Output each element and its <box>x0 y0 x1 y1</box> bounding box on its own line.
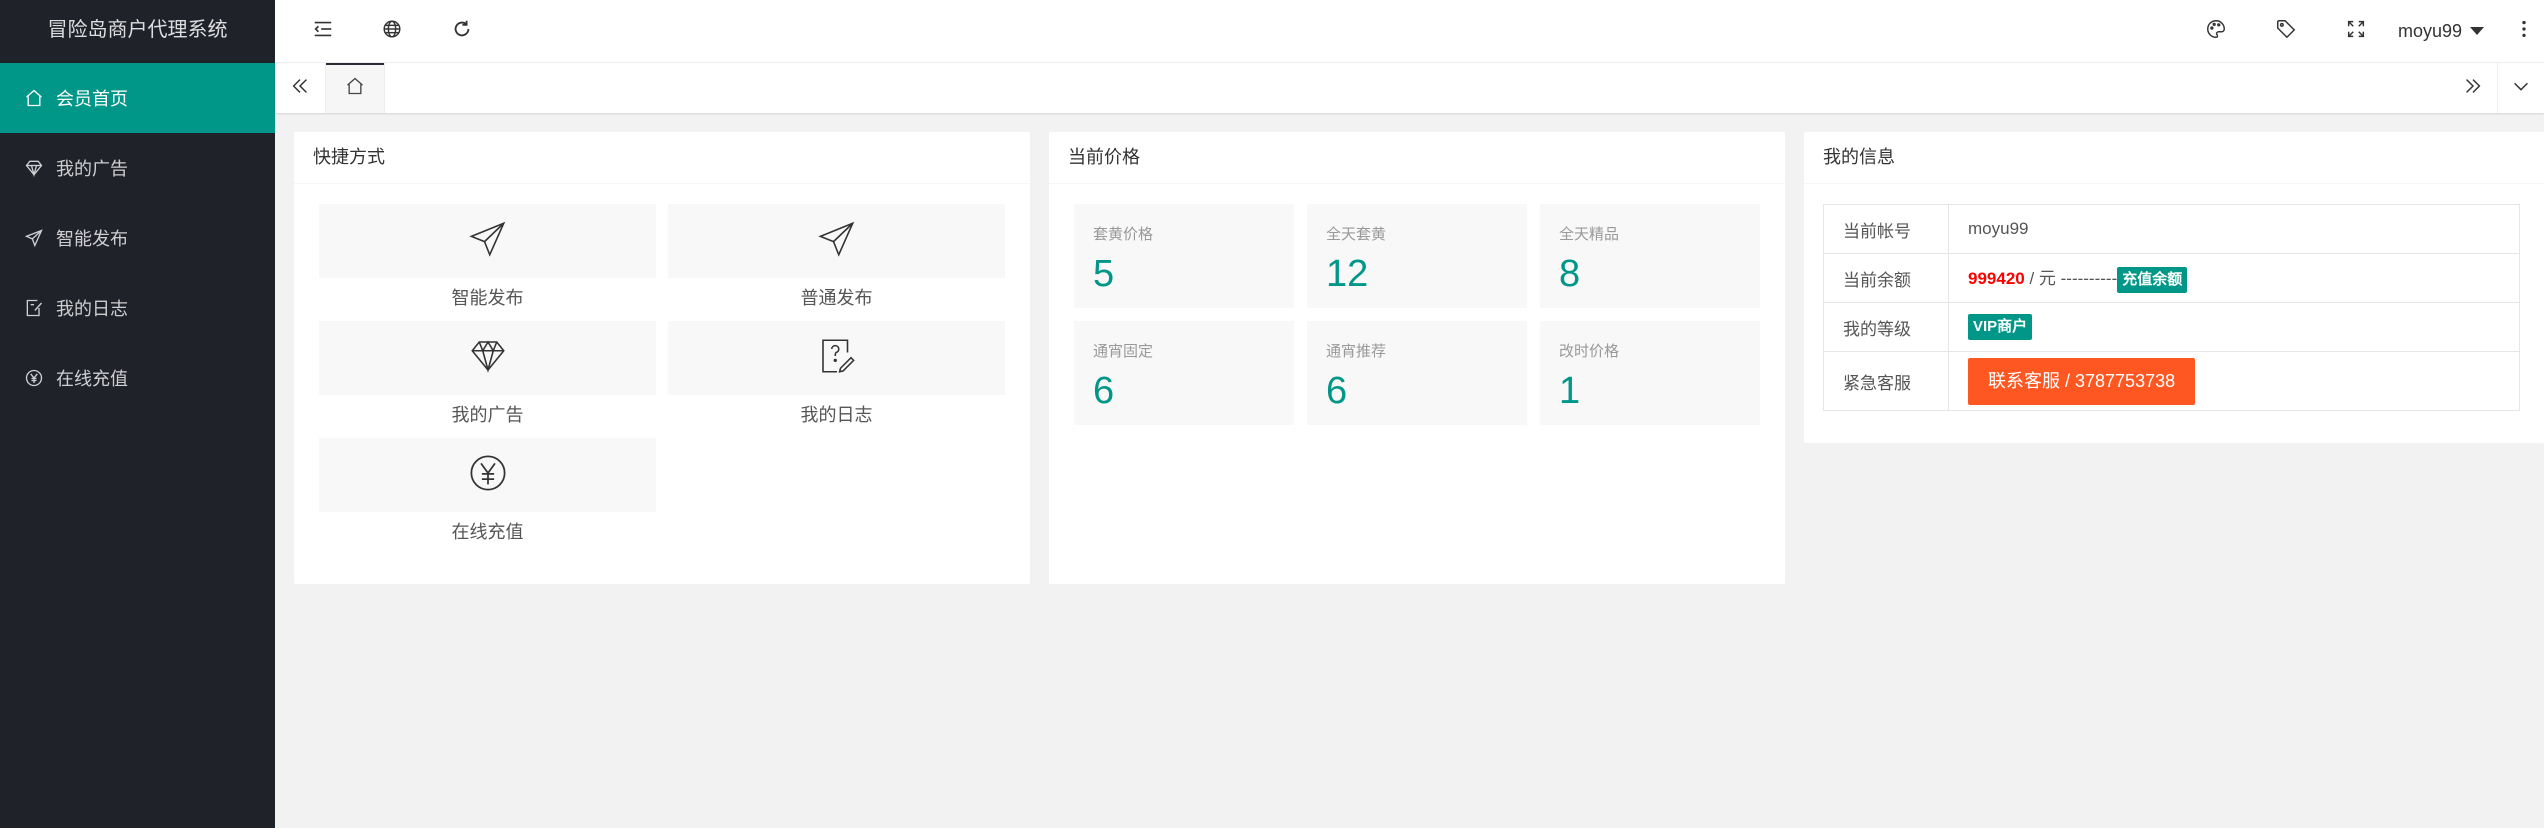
username: moyu99 <box>2397 20 2462 41</box>
globe-icon <box>381 18 403 45</box>
sidebar: 冒险岛商户代理系统 会员首页 我的广告 智能发布 我的日志 在线充值 <box>0 0 275 828</box>
balance-unit: / 元 ---------- <box>2024 268 2118 288</box>
refresh-button[interactable] <box>432 0 492 62</box>
sidebar-item-label: 会员首页 <box>56 89 128 109</box>
support-cell: 联系客服 / 3787753738 <box>1948 351 2520 411</box>
prices-title: 当前价格 <box>1049 132 1785 184</box>
menu-shrink-button[interactable] <box>293 0 353 62</box>
price-item: 全天套黄 12 <box>1307 204 1527 308</box>
support-label: 紧急客服 <box>1823 351 1949 411</box>
price-item: 全天精品 8 <box>1540 204 1760 308</box>
more-button[interactable] <box>2504 0 2544 62</box>
sidebar-item-label: 我的日志 <box>56 299 128 319</box>
paper-plane-icon <box>816 218 858 265</box>
website-button[interactable] <box>362 0 422 62</box>
shortcut-my-ads[interactable]: 我的广告 <box>319 321 656 438</box>
chevron-down-icon <box>2510 75 2532 102</box>
double-chevron-right-icon <box>2462 75 2484 102</box>
user-menu[interactable]: moyu99 <box>2398 0 2484 62</box>
theme-palette-icon <box>2205 18 2227 45</box>
diamond-icon <box>467 335 509 382</box>
sidebar-item-my-ads[interactable]: 我的广告 <box>0 133 275 203</box>
yen-circle-icon <box>467 452 509 499</box>
more-vertical-icon <box>2513 18 2535 45</box>
tabs-bar <box>275 63 2544 113</box>
theme-button[interactable] <box>2186 0 2246 62</box>
tag-button[interactable] <box>2256 0 2316 62</box>
tabs-scroll-right[interactable] <box>2448 63 2498 113</box>
shortcut-label: 智能发布 <box>451 288 524 308</box>
price-label: 套黄价格 <box>1093 226 1154 243</box>
price-item: 套黄价格 5 <box>1074 204 1294 308</box>
diamond-icon <box>24 158 44 178</box>
price-value: 6 <box>1093 370 1115 412</box>
price-label: 全天精品 <box>1559 226 1620 243</box>
fullscreen-button[interactable] <box>2326 0 2386 62</box>
myinfo-table: 当前帐号 moyu99 当前余额 999420 / 元 ---------- 充值… <box>1823 204 2520 411</box>
account-label: 当前帐号 <box>1823 204 1949 254</box>
price-value: 1 <box>1559 370 1581 412</box>
account-value: moyu99 <box>1948 204 2520 254</box>
tabs-scroll-left[interactable] <box>275 63 325 113</box>
top-header: moyu99 <box>275 0 2544 63</box>
paper-plane-icon <box>24 228 44 248</box>
sidebar-item-label: 我的广告 <box>56 159 128 179</box>
price-value: 12 <box>1326 253 1369 295</box>
shortcuts-card: 快捷方式 智能发布 普通发布 我的广告 我的日志 在线充值 <box>294 132 1030 584</box>
paper-plane-icon <box>467 218 509 265</box>
refresh-icon <box>451 18 473 45</box>
price-item: 通宵固定 6 <box>1074 321 1294 425</box>
menu-shrink-icon <box>312 18 334 45</box>
price-value: 8 <box>1559 253 1581 295</box>
price-label: 全天套黄 <box>1326 226 1387 243</box>
contact-support-button[interactable]: 联系客服 / 3787753738 <box>1968 357 2196 405</box>
level-cell: VIP商户 <box>1948 302 2520 352</box>
shortcut-label: 我的广告 <box>451 405 524 425</box>
price-item: 改时价格 1 <box>1540 321 1760 425</box>
caret-down-icon <box>2470 27 2484 35</box>
shortcut-recharge[interactable]: 在线充值 <box>319 438 656 555</box>
shortcut-smart-publish[interactable]: 智能发布 <box>319 204 656 321</box>
sidebar-item-my-log[interactable]: 我的日志 <box>0 273 275 343</box>
prices-card: 当前价格 套黄价格 5 全天套黄 12 全天精品 8 通宵固定 6 通宵推荐 6… <box>1049 132 1785 584</box>
app-title: 冒险岛商户代理系统 <box>47 19 228 41</box>
level-badge: VIP商户 <box>1968 314 2033 340</box>
myinfo-card: 我的信息 当前帐号 moyu99 当前余额 999420 / 元 -------… <box>1804 132 2544 443</box>
price-value: 5 <box>1093 253 1115 295</box>
shortcut-my-log[interactable]: 我的日志 <box>668 321 1005 438</box>
double-chevron-left-icon <box>289 75 311 102</box>
shortcut-normal-publish[interactable]: 普通发布 <box>668 204 1005 321</box>
balance-value: 999420 <box>1968 268 2025 288</box>
recharge-balance-button[interactable]: 充值余额 <box>2117 266 2188 293</box>
log-question-icon <box>816 335 858 382</box>
price-item: 通宵推荐 6 <box>1307 321 1527 425</box>
price-label: 通宵固定 <box>1093 343 1154 360</box>
shortcut-label: 我的日志 <box>800 405 873 425</box>
sidebar-item-label: 智能发布 <box>56 229 128 249</box>
home-icon <box>24 88 44 108</box>
balance-label: 当前余额 <box>1823 253 1949 303</box>
sidebar-item-smart-publish[interactable]: 智能发布 <box>0 203 275 273</box>
tab-home[interactable] <box>325 63 385 113</box>
shortcuts-title: 快捷方式 <box>294 132 1030 184</box>
home-icon <box>345 76 365 101</box>
sidebar-item-home[interactable]: 会员首页 <box>0 63 275 133</box>
price-label: 通宵推荐 <box>1326 343 1387 360</box>
balance-cell: 999420 / 元 ---------- 充值余额 <box>1948 253 2520 303</box>
sidebar-item-label: 在线充值 <box>56 369 128 389</box>
log-edit-icon <box>24 298 44 318</box>
sidebar-item-recharge[interactable]: 在线充值 <box>0 343 275 413</box>
tag-icon <box>2275 18 2297 45</box>
yen-circle-icon <box>24 368 44 388</box>
price-label: 改时价格 <box>1559 343 1620 360</box>
fullscreen-icon <box>2345 18 2367 45</box>
shortcut-label: 普通发布 <box>800 288 873 308</box>
myinfo-title: 我的信息 <box>1804 132 2544 184</box>
price-value: 6 <box>1326 370 1348 412</box>
shortcut-label: 在线充值 <box>451 522 524 542</box>
tabs-dropdown[interactable] <box>2497 63 2544 113</box>
level-label: 我的等级 <box>1823 302 1949 352</box>
